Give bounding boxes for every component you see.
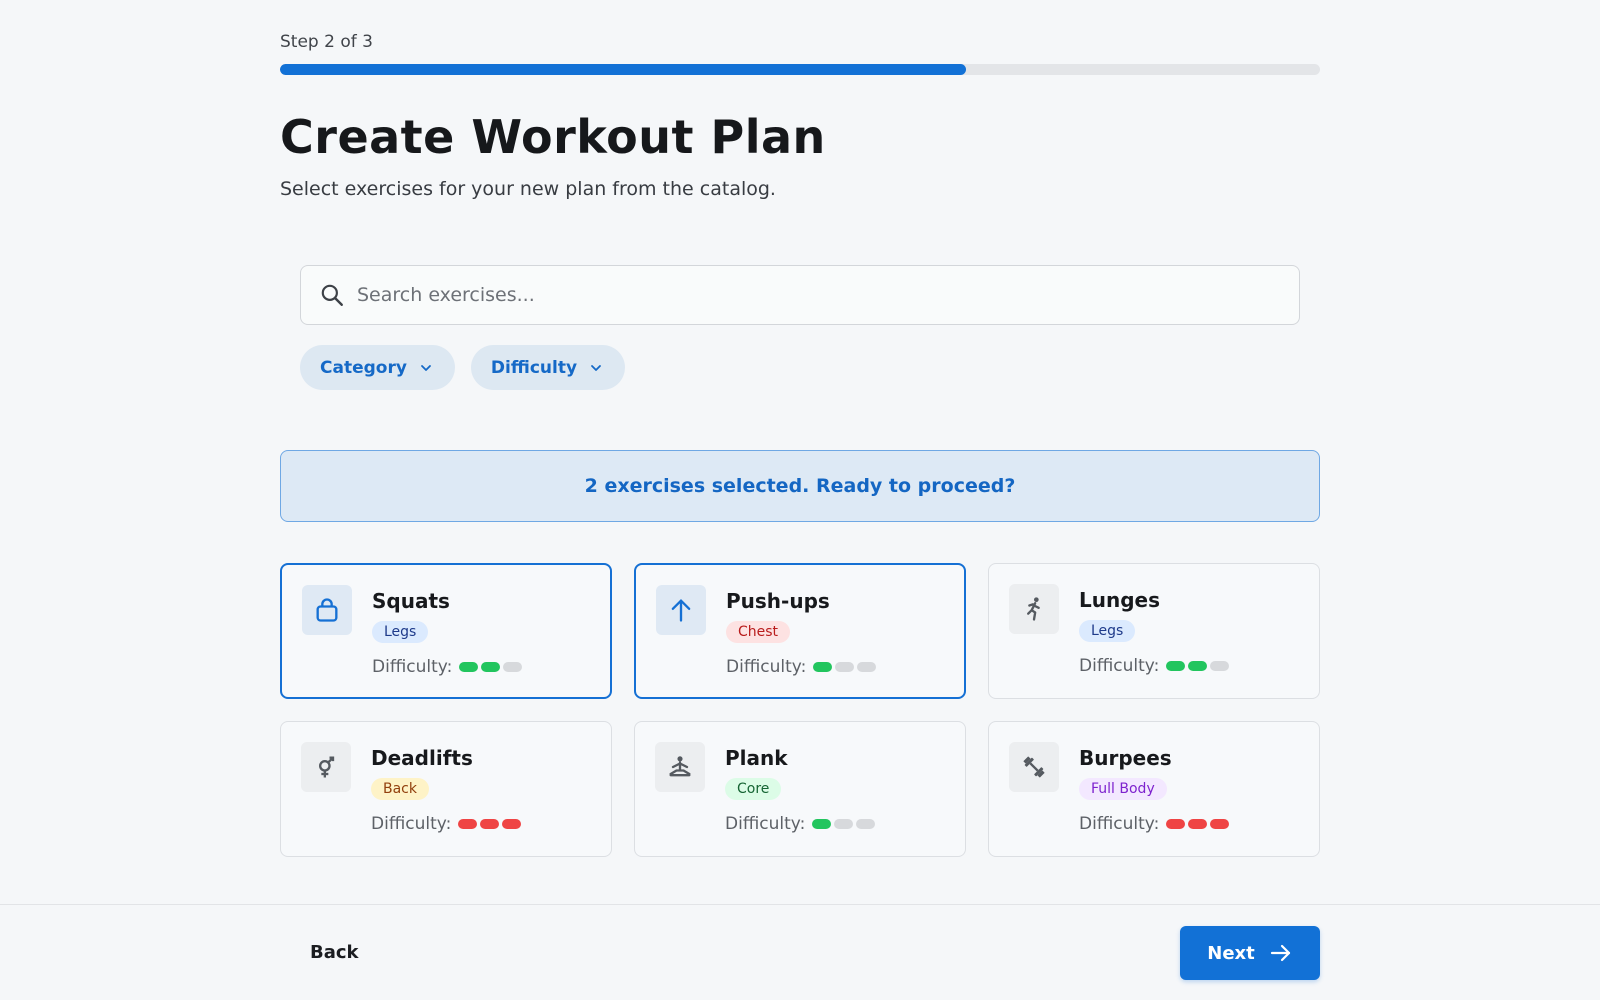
difficulty-dot: [857, 662, 877, 672]
exercise-card-burpees[interactable]: Burpees Full Body Difficulty:: [988, 721, 1320, 857]
chevron-down-icon: [421, 364, 431, 371]
exercise-card-push-ups[interactable]: Push-ups Chest Difficulty:: [634, 563, 966, 699]
selection-banner-text: 2 exercises selected. Ready to proceed?: [584, 475, 1016, 497]
difficulty-dot: [1188, 661, 1208, 671]
difficulty-filter-label: Difficulty: [490, 357, 578, 378]
difficulty-rating: Difficulty:: [1079, 656, 1230, 676]
kettlebell-icon: [302, 585, 352, 635]
difficulty-dot: [1166, 661, 1186, 671]
exercise-name: Burpees: [1079, 746, 1172, 770]
difficulty-rating: Difficulty:: [726, 657, 877, 677]
exercise-name: Push-ups: [726, 589, 830, 613]
difficulty-dot: [502, 819, 522, 829]
step-indicator: Step 2 of 3: [280, 32, 373, 52]
difficulty-dots: [458, 819, 522, 829]
wizard-footer: Back Next: [0, 904, 1600, 1000]
difficulty-dot: [812, 819, 832, 829]
difficulty-dots: [812, 819, 876, 829]
difficulty-dot: [835, 662, 855, 672]
filter-bar: Category Difficulty: [300, 345, 626, 390]
next-button-label: Next: [1207, 942, 1255, 964]
dumbbell-icon: [1009, 742, 1059, 792]
arrow-up-icon: [656, 585, 706, 635]
difficulty-dot: [458, 819, 478, 829]
gender-icon: [301, 742, 351, 792]
category-tag: Legs: [372, 621, 429, 643]
exercise-card-squats[interactable]: Squats Legs Difficulty:: [280, 563, 612, 699]
exercise-name: Plank: [725, 746, 788, 770]
category-filter[interactable]: Category: [300, 345, 455, 390]
difficulty-label: Difficulty:: [1079, 814, 1160, 834]
search-input[interactable]: [357, 284, 1257, 306]
exercise-name: Squats: [372, 589, 450, 613]
progress-bar: [280, 64, 1320, 75]
difficulty-dot: [503, 662, 523, 672]
difficulty-dots: [1166, 819, 1230, 829]
difficulty-dot: [481, 662, 501, 672]
difficulty-label: Difficulty:: [371, 814, 452, 834]
category-tag: Full Body: [1079, 778, 1167, 800]
selection-banner: 2 exercises selected. Ready to proceed?: [280, 450, 1320, 522]
difficulty-dot: [480, 819, 500, 829]
difficulty-label: Difficulty:: [725, 814, 806, 834]
difficulty-rating: Difficulty:: [371, 814, 522, 834]
back-button[interactable]: Back: [300, 927, 369, 977]
difficulty-dots: [1166, 661, 1230, 671]
running-icon: [1009, 584, 1059, 634]
meditation-icon: [655, 742, 705, 792]
difficulty-dot: [459, 662, 479, 672]
chevron-down-icon: [591, 364, 601, 371]
search-box[interactable]: [300, 265, 1300, 325]
difficulty-rating: Difficulty:: [725, 814, 876, 834]
exercise-name: Deadlifts: [371, 746, 473, 770]
difficulty-label: Difficulty:: [726, 657, 807, 677]
search-icon: [321, 284, 343, 306]
difficulty-label: Difficulty:: [372, 657, 453, 677]
difficulty-dot: [1166, 819, 1186, 829]
difficulty-dot: [1210, 661, 1230, 671]
exercise-card-plank[interactable]: Plank Core Difficulty:: [634, 721, 966, 857]
difficulty-filter[interactable]: Difficulty: [470, 345, 626, 390]
difficulty-dots: [813, 662, 877, 672]
category-tag: Legs: [1079, 620, 1136, 642]
difficulty-rating: Difficulty:: [1079, 814, 1230, 834]
category-tag: Chest: [726, 621, 791, 643]
category-filter-label: Category: [320, 357, 407, 378]
exercise-name: Lunges: [1079, 588, 1161, 612]
difficulty-dots: [459, 662, 523, 672]
category-tag: Back: [371, 778, 429, 800]
exercise-card-lunges[interactable]: Lunges Legs Difficulty:: [988, 563, 1320, 699]
difficulty-dot: [856, 819, 876, 829]
arrow-right-icon: [1270, 944, 1290, 962]
difficulty-label: Difficulty:: [1079, 656, 1160, 676]
difficulty-dot: [834, 819, 854, 829]
progress-bar-fill: [280, 64, 967, 75]
page-subtitle: Select exercises for your new plan from …: [280, 178, 776, 200]
difficulty-dot: [1188, 819, 1208, 829]
exercise-grid: Squats Legs Difficulty: Push-ups Chest D…: [280, 563, 1320, 857]
difficulty-rating: Difficulty:: [372, 657, 523, 677]
next-button[interactable]: Next: [1180, 926, 1320, 980]
difficulty-dot: [813, 662, 833, 672]
category-tag: Core: [725, 778, 782, 800]
page-title: Create Workout Plan: [280, 110, 826, 164]
difficulty-dot: [1210, 819, 1230, 829]
exercise-card-deadlifts[interactable]: Deadlifts Back Difficulty:: [280, 721, 612, 857]
